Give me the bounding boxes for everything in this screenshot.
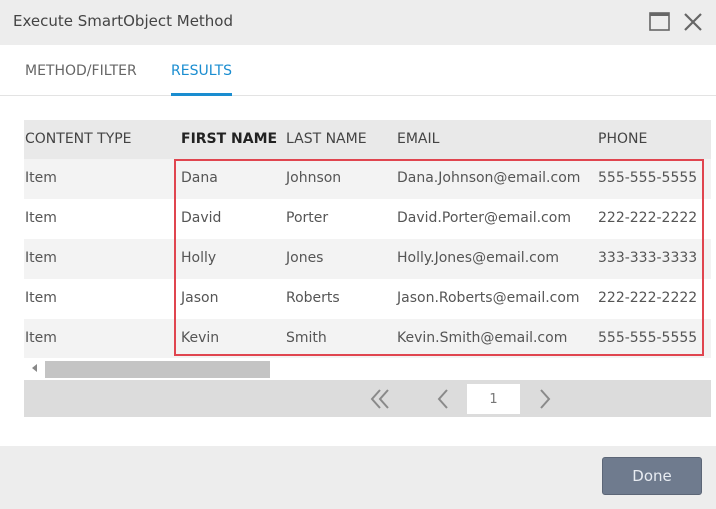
table-row[interactable]: Item Jason Roberts Jason.Roberts@email.c…	[24, 279, 711, 319]
dialog-title: Execute SmartObject Method	[13, 12, 234, 30]
cell-content-type: Item	[25, 290, 57, 306]
column-header-email[interactable]: EMAIL	[397, 131, 439, 147]
cell-last-name: Smith	[286, 330, 327, 346]
close-icon[interactable]	[681, 10, 705, 34]
maximize-icon[interactable]	[648, 10, 672, 34]
done-button[interactable]: Done	[602, 457, 702, 495]
dialog-titlebar: Execute SmartObject Method	[0, 0, 716, 45]
scrollbar-thumb[interactable]	[45, 361, 270, 378]
cell-email: David.Porter@email.com	[397, 210, 571, 226]
cell-first-name: Dana	[181, 170, 218, 186]
page-number-input[interactable]	[467, 384, 520, 414]
cell-last-name: Roberts	[286, 290, 340, 306]
tab-method-filter[interactable]: METHOD/FILTER	[25, 63, 137, 96]
table-row[interactable]: Item Kevin Smith Kevin.Smith@email.com 5…	[24, 319, 711, 359]
cell-content-type: Item	[25, 330, 57, 346]
pagination-bar	[24, 380, 711, 417]
column-header-first-name[interactable]: FIRST NAME	[181, 131, 277, 147]
cell-email: Kevin.Smith@email.com	[397, 330, 568, 346]
dialog-footer: Done	[0, 446, 716, 509]
chevron-left-icon[interactable]	[431, 386, 457, 412]
cell-content-type: Item	[25, 170, 57, 186]
cell-phone: 555-555-5555	[598, 330, 698, 346]
cell-last-name: Porter	[286, 210, 329, 226]
cell-email: Jason.Roberts@email.com	[397, 290, 580, 306]
table-row[interactable]: Item Holly Jones Holly.Jones@email.com 3…	[24, 239, 711, 279]
cell-first-name: Holly	[181, 250, 217, 266]
cell-phone: 222-222-2222	[598, 210, 698, 226]
grid-header: CONTENT TYPE FIRST NAME LAST NAME EMAIL …	[24, 120, 711, 159]
table-row[interactable]: Item David Porter David.Porter@email.com…	[24, 199, 711, 239]
table-row[interactable]: Item Dana Johnson Dana.Johnson@email.com…	[24, 159, 711, 199]
cell-content-type: Item	[25, 210, 57, 226]
cell-first-name: Kevin	[181, 330, 220, 346]
cell-last-name: Johnson	[286, 170, 342, 186]
cell-content-type: Item	[25, 250, 57, 266]
horizontal-scrollbar[interactable]	[24, 358, 711, 380]
cell-first-name: Jason	[181, 290, 219, 306]
column-header-last-name[interactable]: LAST NAME	[286, 131, 367, 147]
cell-phone: 555-555-5555	[598, 170, 698, 186]
cell-last-name: Jones	[286, 250, 324, 266]
column-header-content-type[interactable]: CONTENT TYPE	[25, 131, 132, 147]
cell-phone: 222-222-2222	[598, 290, 698, 306]
double-chevron-left-icon[interactable]	[367, 386, 393, 412]
cell-email: Dana.Johnson@email.com	[397, 170, 581, 186]
tab-bar: METHOD/FILTER RESULTS	[0, 45, 716, 96]
column-header-phone[interactable]: PHONE	[598, 131, 647, 147]
tab-results[interactable]: RESULTS	[171, 63, 233, 96]
cell-email: Holly.Jones@email.com	[397, 250, 560, 266]
cell-first-name: David	[181, 210, 222, 226]
chevron-right-icon[interactable]	[532, 386, 558, 412]
scroll-left-arrow-icon[interactable]	[32, 364, 37, 372]
cell-phone: 333-333-3333	[598, 250, 698, 266]
